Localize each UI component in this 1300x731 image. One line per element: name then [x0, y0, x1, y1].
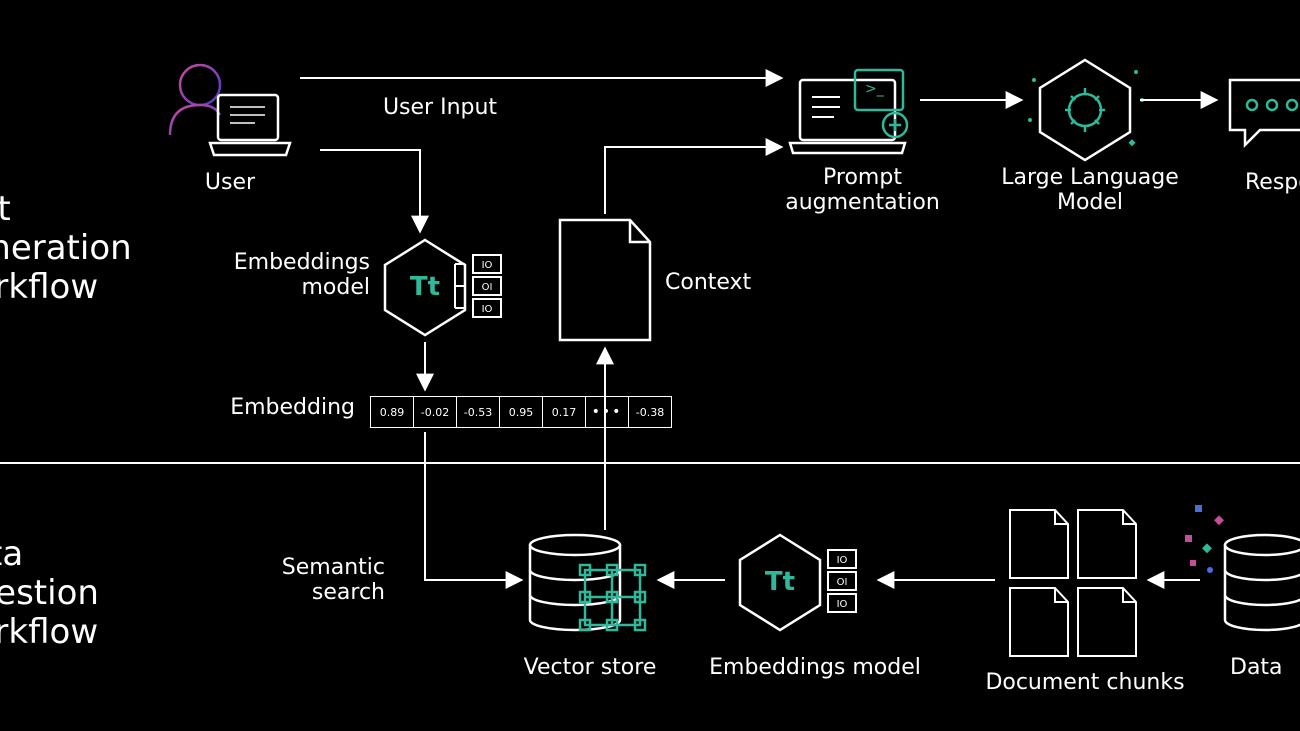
arrow-user-to-embmodel — [320, 150, 420, 230]
section-title-textgen: Text Generation Workflow — [0, 190, 132, 307]
llm-icon — [1028, 60, 1144, 160]
embedding-cell: 0.17 — [543, 396, 586, 428]
embedding-vector: 0.89 -0.02 -0.53 0.95 0.17 ••• -0.38 — [370, 396, 672, 428]
context-document-icon — [560, 220, 650, 340]
embedding-cell: 0.95 — [500, 396, 543, 428]
svg-text:IO: IO — [482, 260, 493, 271]
label-embedding: Embedding — [225, 395, 355, 420]
graphics-layer: Tt IO OI IO — [0, 0, 1300, 731]
document-chunks-icon — [1010, 510, 1136, 656]
embedding-cell: 0.89 — [370, 396, 414, 428]
vector-store-icon — [530, 535, 645, 630]
embedding-cell: -0.02 — [414, 396, 457, 428]
label-context: Context — [665, 270, 785, 295]
label-document-chunks: Document chunks — [975, 670, 1195, 695]
svg-text:OI: OI — [837, 577, 848, 588]
label-user: User — [190, 170, 270, 195]
svg-text:>_: >_ — [865, 81, 885, 97]
embedding-cell: -0.53 — [457, 396, 500, 428]
data-icon — [1185, 505, 1300, 630]
section-title-dataing: Data Ingestion Workflow — [0, 535, 99, 652]
label-prompt-aug: Prompt augmentation — [770, 165, 955, 215]
label-emb-model-bottom: Embeddings model — [705, 655, 925, 680]
svg-text:Tt: Tt — [765, 567, 795, 597]
embedding-cell-ellipsis: ••• — [586, 396, 629, 428]
label-semantic-search: Semantic search — [255, 555, 385, 605]
svg-text:Tt: Tt — [410, 272, 440, 302]
label-vector-store: Vector store — [510, 655, 670, 680]
label-response: Response — [1245, 170, 1300, 195]
svg-text:OI: OI — [482, 282, 493, 293]
label-emb-model-top: Embeddings model — [210, 250, 370, 300]
prompt-augmentation-icon: >_ — [790, 70, 907, 153]
svg-text:IO: IO — [482, 304, 493, 315]
embedding-cell: -0.38 — [629, 396, 672, 428]
embeddings-model-icon: Tt IO OI IO — [385, 240, 501, 335]
embeddings-model-bottom-icon: Tt IO OI IO — [740, 535, 856, 630]
user-icon — [170, 65, 290, 155]
arrow-context-to-prompt — [605, 147, 780, 214]
svg-text:IO: IO — [837, 555, 848, 566]
label-user-input: User Input — [370, 95, 510, 120]
rag-architecture-diagram: Text Generation Workflow Data Ingestion … — [0, 0, 1300, 731]
label-llm: Large Language Model — [990, 165, 1190, 215]
section-divider — [0, 462, 1300, 464]
svg-text:IO: IO — [837, 599, 848, 610]
label-data: Data — [1230, 655, 1300, 680]
arrow-embedding-to-vectorstore — [425, 432, 520, 580]
response-icon — [1230, 80, 1300, 145]
